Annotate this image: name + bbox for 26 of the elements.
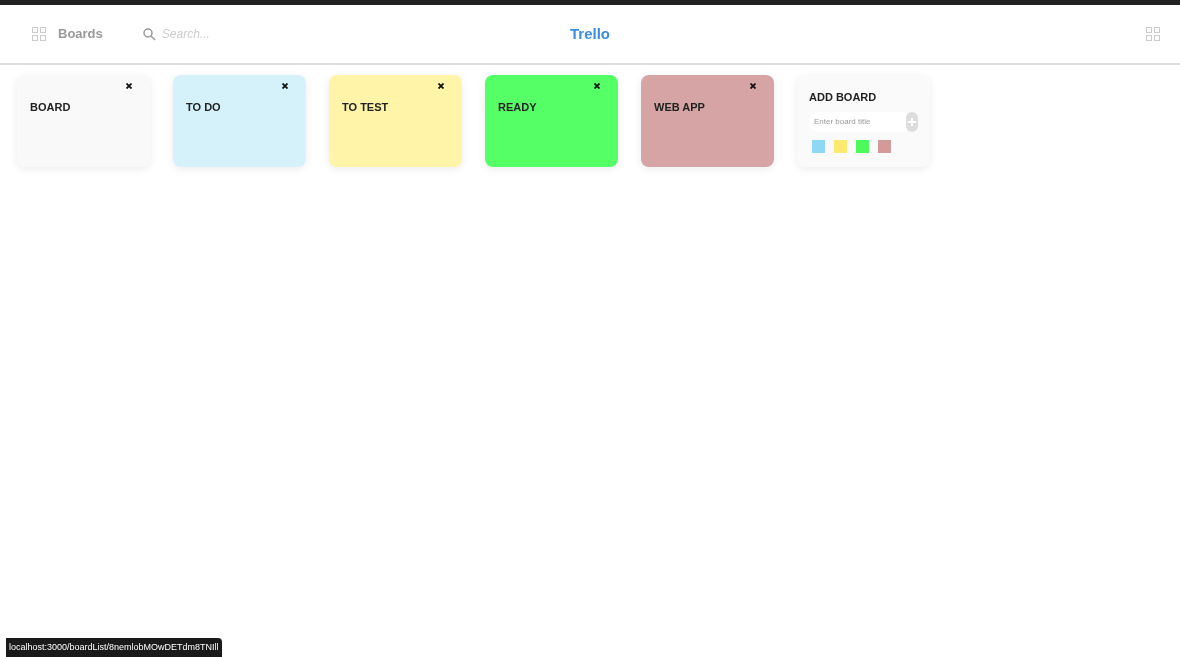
- add-board-title: ADD BOARD: [809, 90, 877, 105]
- board-card[interactable]: WEB APP: [641, 75, 774, 167]
- board-title: READY: [498, 101, 537, 113]
- board-card[interactable]: TO TEST: [329, 75, 462, 167]
- color-swatch[interactable]: [856, 139, 869, 153]
- close-icon[interactable]: [750, 83, 756, 89]
- board-card[interactable]: BOARD: [17, 75, 150, 167]
- grid-icon[interactable]: [1146, 27, 1160, 41]
- search-icon: [142, 27, 156, 41]
- board-card[interactable]: TO DO: [173, 75, 306, 167]
- board-title: BOARD: [30, 101, 71, 113]
- color-swatch[interactable]: [878, 139, 891, 153]
- close-icon[interactable]: [438, 83, 444, 89]
- close-icon[interactable]: [126, 83, 132, 89]
- board-title: WEB APP: [654, 101, 705, 113]
- board-title: TO TEST: [342, 101, 389, 113]
- app-title: Trello: [570, 23, 610, 44]
- status-url-tooltip: localhost:3000/boardList/8nemlobMOwDETdm8TNIll: [6, 637, 222, 657]
- close-icon[interactable]: [282, 83, 288, 89]
- close-icon[interactable]: [594, 83, 600, 89]
- grid-icon[interactable]: [32, 27, 46, 41]
- board-card[interactable]: READY: [485, 75, 618, 167]
- color-swatch[interactable]: [834, 139, 847, 153]
- plus-icon: [908, 117, 916, 126]
- board-title: TO DO: [186, 101, 221, 113]
- color-swatch[interactable]: [812, 139, 825, 153]
